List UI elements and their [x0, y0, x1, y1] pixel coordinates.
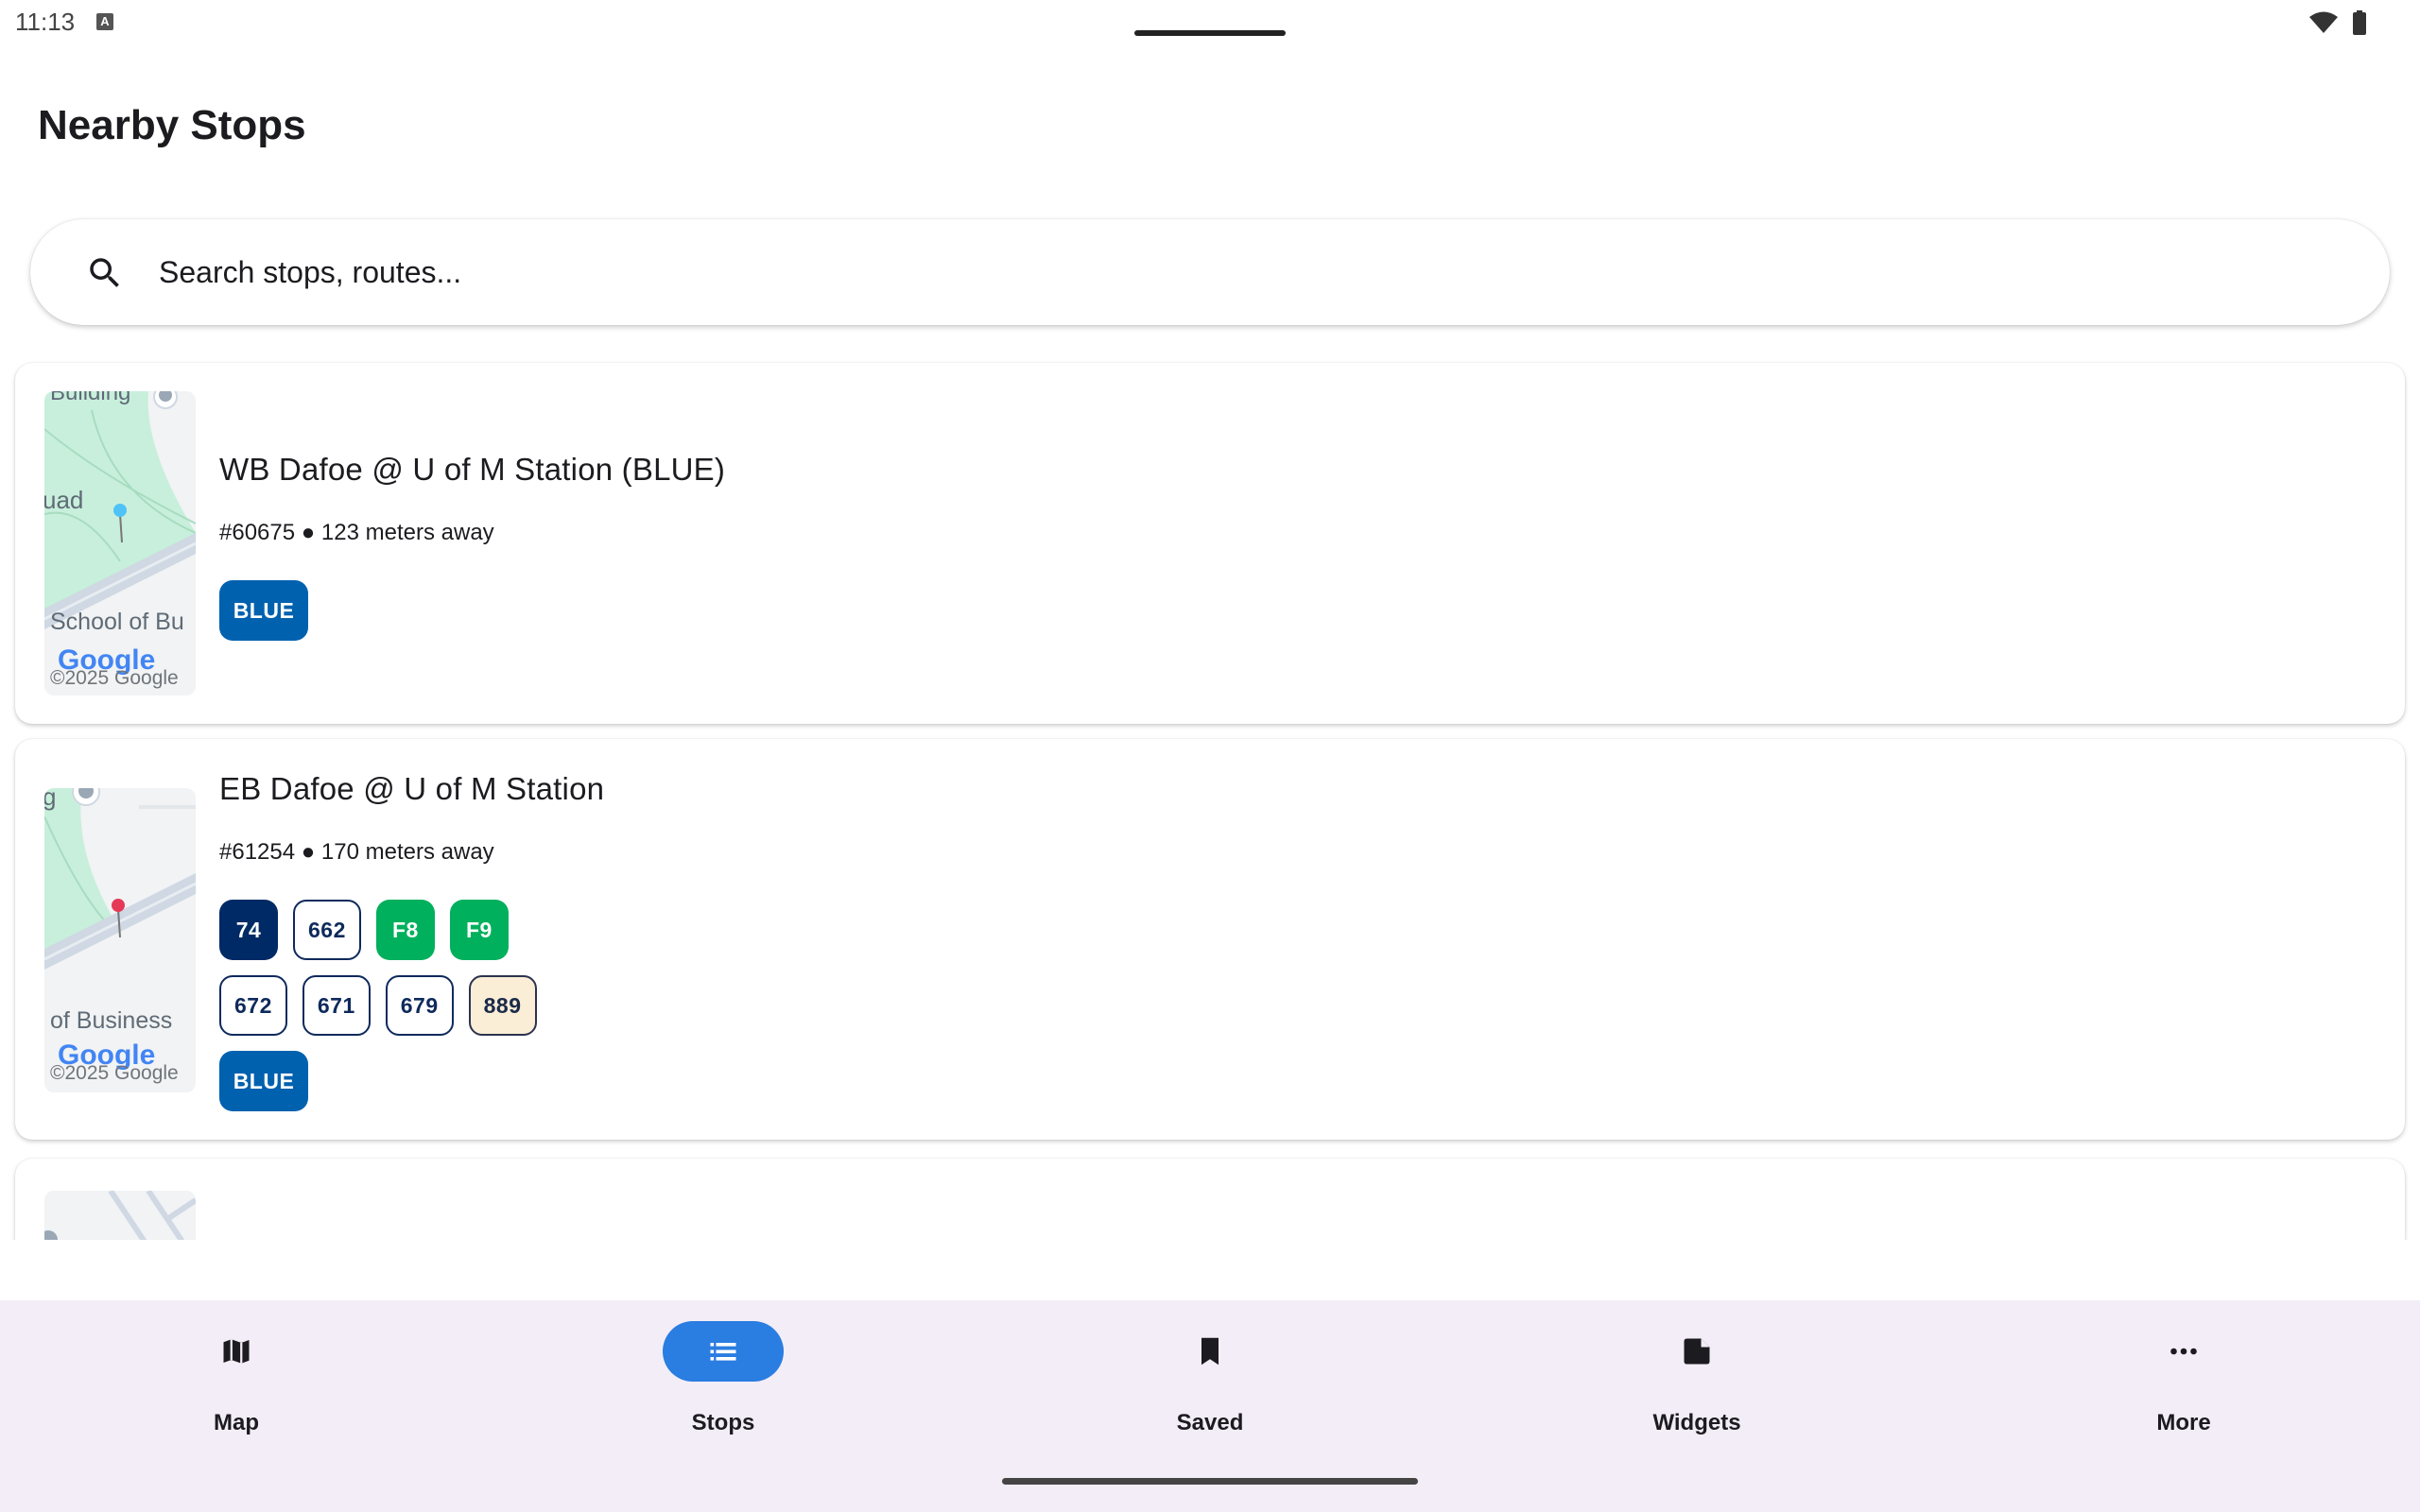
bookmark-icon [1201, 1337, 1219, 1366]
stop-list[interactable]: Building uad School of Bu Google ©2025 G… [0, 361, 2420, 1240]
route-badge-row: 672 671 679 889 [219, 975, 537, 1036]
search-bar[interactable] [30, 219, 2390, 325]
nav-label: Stops [691, 1410, 755, 1435]
nav-label: Saved [1176, 1410, 1244, 1435]
nav-item-widgets[interactable]: Widgets [1602, 1321, 1791, 1435]
stop-map-thumbnail: Building uad School of Bu Google ©2025 G… [44, 391, 196, 696]
route-badge[interactable]: BLUE [219, 1051, 308, 1111]
home-gesture-handle[interactable] [1002, 1478, 1418, 1485]
search-input[interactable] [159, 246, 2333, 299]
status-time: 11:13 [15, 8, 76, 36]
route-badge[interactable]: F8 [375, 900, 435, 960]
status-bar: 11:13 A [0, 0, 2420, 45]
page-title: Nearby Stops [38, 102, 306, 148]
map-icon [223, 1339, 250, 1364]
nav-item-stops[interactable]: Stops [629, 1321, 818, 1435]
list-icon [710, 1343, 736, 1361]
route-badge[interactable]: 671 [302, 975, 371, 1036]
stop-card[interactable]: Building uad School of Bu Google ©2025 G… [15, 363, 2405, 724]
nav-label: More [2156, 1410, 2211, 1435]
nav-label: Widgets [1652, 1410, 1741, 1435]
stop-map-thumbnail: g of Business Google ©2025 Google [44, 788, 196, 1092]
route-badge[interactable]: 679 [385, 975, 454, 1036]
nav-item-map[interactable]: Map [142, 1321, 331, 1435]
bottom-navigation: Map Stops Saved Widgets More [0, 1300, 2420, 1512]
map-label-bottom: School of Bu [50, 609, 184, 635]
map-label-left: g [44, 788, 57, 811]
top-drag-handle[interactable] [1134, 30, 1286, 36]
route-badge[interactable]: F9 [449, 900, 509, 960]
route-badge-row: 74 662 F8 F9 [219, 900, 509, 960]
map-label-bottom: of Business [50, 1007, 173, 1034]
map-label-left: uad [44, 486, 84, 514]
input-method-icon: A [96, 13, 113, 30]
search-icon [90, 258, 119, 287]
stop-name: WB Dafoe @ U of M Station (BLUE) [219, 452, 726, 487]
more-horiz-icon [2170, 1348, 2197, 1355]
map-label-top: Building [50, 391, 131, 405]
map-copyright: ©2025 Google [50, 667, 179, 689]
route-badge[interactable]: 662 [293, 900, 361, 960]
stop-map-thumbnail [44, 1191, 196, 1240]
route-badge-row: BLUE [219, 1051, 308, 1111]
route-badge[interactable]: 889 [468, 975, 537, 1036]
nav-label: Map [214, 1410, 259, 1435]
battery-icon [2353, 10, 2366, 35]
stop-card[interactable] [15, 1159, 2405, 1240]
nav-item-more[interactable]: More [2089, 1321, 2278, 1435]
route-badge-row: BLUE [219, 580, 308, 641]
stop-meta: #61254 ● 170 meters away [219, 839, 494, 865]
route-badge[interactable]: 672 [219, 975, 287, 1036]
stop-name: EB Dafoe @ U of M Station [219, 771, 605, 806]
nav-item-saved[interactable]: Saved [1115, 1321, 1305, 1435]
map-thumbnail-graphic [44, 1191, 196, 1240]
stop-card[interactable]: g of Business Google ©2025 Google EB Daf… [15, 739, 2405, 1140]
map-copyright: ©2025 Google [50, 1062, 179, 1084]
widgets-icon [1684, 1338, 1710, 1365]
route-badge[interactable]: 74 [219, 900, 278, 960]
route-badge[interactable]: BLUE [219, 580, 308, 641]
stop-meta: #60675 ● 123 meters away [219, 520, 494, 545]
wifi-icon [2309, 11, 2338, 33]
